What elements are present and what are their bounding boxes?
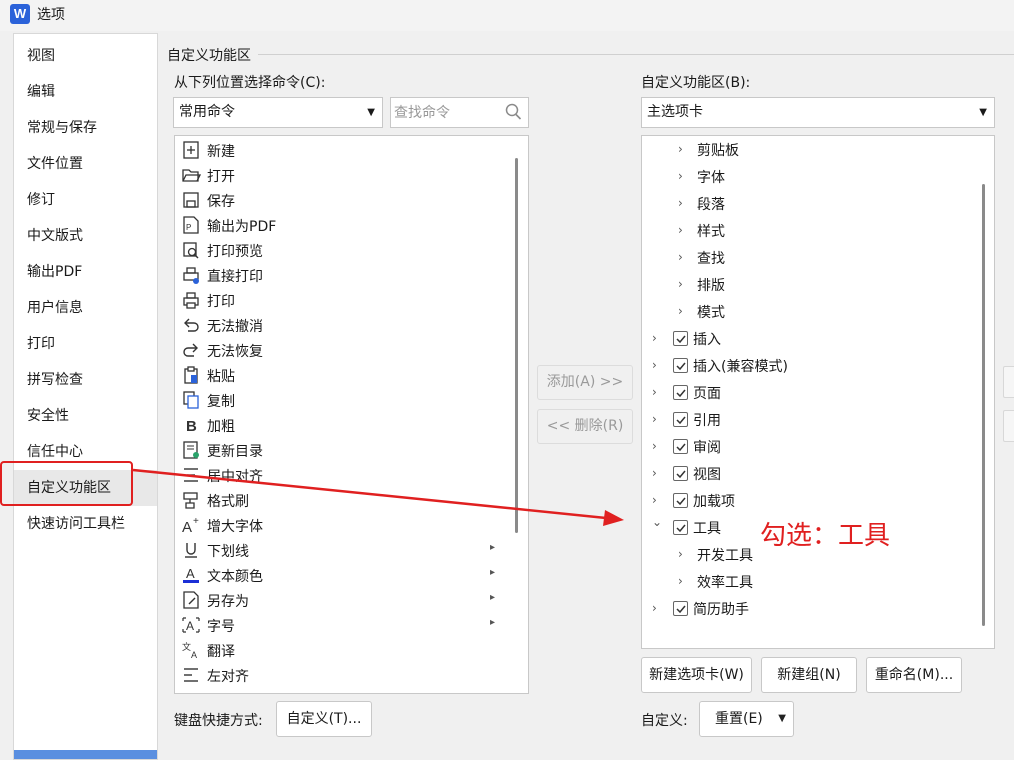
annotation-arrow-icon <box>132 468 624 526</box>
annotation-text: 勾选：工具 <box>760 521 891 551</box>
